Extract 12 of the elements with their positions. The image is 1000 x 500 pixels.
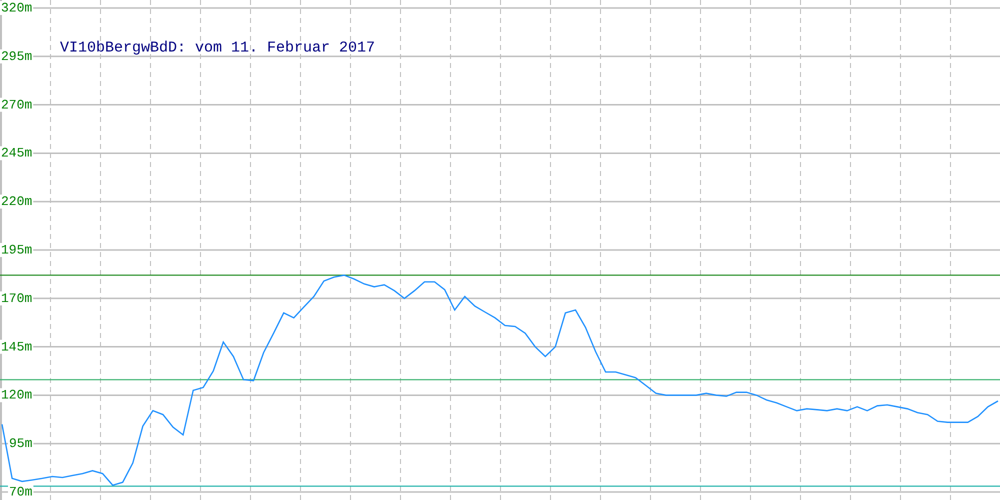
axis-label: 170m bbox=[1, 290, 32, 306]
axis-label: 270m bbox=[1, 97, 32, 112]
axis-label: 195m bbox=[1, 242, 32, 258]
axis-label: 120m bbox=[1, 388, 32, 403]
axis-label: 145m bbox=[1, 339, 32, 354]
axis-label: 70m bbox=[9, 484, 32, 500]
axis-label: 220m bbox=[1, 194, 32, 210]
axis-label: 245m bbox=[1, 146, 32, 161]
axis-label: 95m bbox=[9, 436, 32, 452]
chart-title: VI10bBergwBdD: vom 11. Februar 2017 bbox=[60, 40, 376, 56]
axis-label: 295m bbox=[1, 48, 32, 64]
axis-label: 320m bbox=[1, 0, 32, 16]
